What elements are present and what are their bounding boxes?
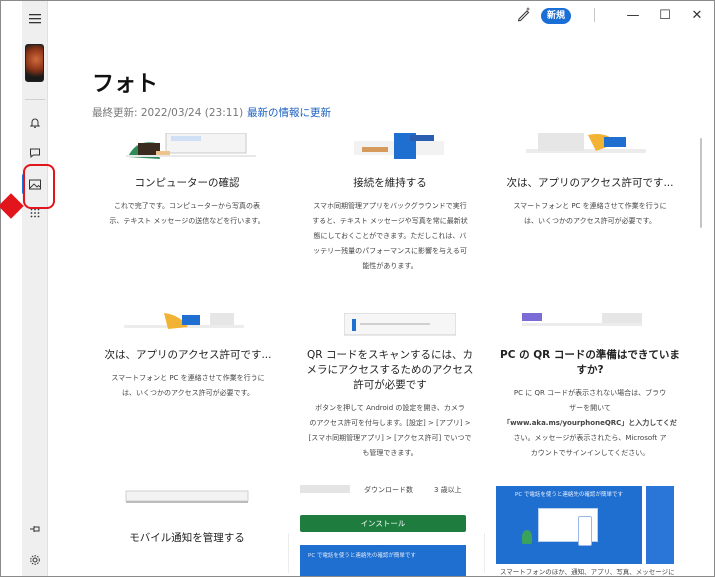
card-body-line: これで完了です。コンピューターから写真の表 (113, 202, 261, 210)
card-title-line: PC の QR コードの準備はできていま (500, 349, 680, 361)
card3-illustration (526, 133, 646, 161)
close-button[interactable]: ✕ (686, 5, 708, 25)
card-title: コンピューターの確認 (134, 177, 240, 189)
store-blue-banner: PC で電話を使うと連絡先の確認が簡単です (300, 545, 466, 576)
store-banner-text: PC で電話を使うと連絡先の確認が簡単です (308, 553, 416, 559)
card-body-line: も管理できます。 (362, 449, 418, 457)
card-body: スマートフォンと PC を連絡させて作業を行うに は、いくつかのアクセス許可が必… (500, 199, 680, 229)
card-body-line: は、いくつかのアクセス許可が必要です。 (524, 217, 656, 225)
card-title: PC の QR コードの準備はできていま すか? (494, 348, 686, 378)
card-body-line: すると、テキスト メッセージや写真を常に最新状 (312, 217, 468, 225)
card-keep-connection: 接続を維持する スマホ同期管理アプリをバックグラウンドで実行 すると、テキスト … (302, 176, 478, 274)
card-app-permissions-2: 次は、アプリのアクセス許可です... スマートフォンと PC を連絡させて作業を… (98, 348, 278, 401)
preview-phone (578, 516, 592, 546)
maximize-button[interactable]: ☐ (654, 5, 676, 25)
store-meta-placeholder (300, 485, 350, 493)
card-title: 接続を維持する (353, 177, 427, 189)
card-qr-camera-permission: QR コードをスキャンするには、カ メラにアクセスするためのアクセス 許可が必要… (300, 348, 480, 461)
card-title-line: すか? (576, 364, 604, 376)
card6-illustration (522, 313, 642, 329)
card-body-line: ッテリー残量のパフォーマンスに影響を与える可 (313, 247, 467, 255)
install-button[interactable]: インストール (300, 515, 466, 532)
vertical-scrollbar-thumb[interactable] (700, 138, 702, 228)
card-body-line: カウントでサインインしてください。 (530, 449, 650, 457)
card-body-line: スマートフォンと PC を連絡させて作業を行うに (111, 374, 265, 382)
hamburger-menu-icon[interactable] (25, 9, 45, 29)
card-title: QR コードをスキャンするには、カ メラにアクセスするためのアクセス 許可が必要… (300, 348, 480, 393)
card-title: 次は、アプリのアクセス許可です... (104, 349, 272, 361)
phone-link-preview-panel-2 (646, 486, 674, 564)
card-body: これで完了です。コンピューターから写真の表 示、テキスト メッセージの送信などを… (102, 199, 272, 229)
card-pc-qr-ready: PC の QR コードの準備はできていま すか? PC に QR コードが表示さ… (494, 348, 686, 461)
preview-panel-text: PC で電話を使うと連絡先の確認が簡単です (515, 492, 623, 498)
card-body-line: 示、テキスト メッセージの送信などを行います。 (109, 217, 265, 225)
pen-sparkle-icon[interactable] (516, 6, 532, 22)
pin-icon[interactable] (25, 519, 45, 539)
card-title-line: QR コードをスキャンするには、カ (307, 349, 473, 361)
card-title-line: メラにアクセスするためのアクセス (306, 364, 474, 376)
preview-plant (522, 530, 532, 544)
card-body: スマートフォンと PC を連絡させて作業を行うに は、いくつかのアクセス許可が必… (98, 371, 278, 401)
page-title: フォト (92, 72, 159, 97)
card-body-line: さい。メッセージが表示されたら、Microsoft ア (513, 434, 667, 442)
card-title-line: 許可が必要です (353, 379, 427, 391)
rail-divider (25, 99, 45, 100)
card4-illustration (124, 313, 244, 335)
card-body-line: 能性があります。 (362, 262, 418, 270)
qr-url-text[interactable]: 「www.aka.ms/yourphoneQRC」と入力してくだ (494, 416, 686, 431)
card7-illustration (122, 489, 252, 505)
titlebar-separator (594, 8, 595, 22)
preview-footer-text: スマートフォンのほか、通知、アプリ、写真、メッセージに (500, 568, 675, 576)
card-body: ボタンを押して Android の設定を開き、カメラ のアクセス許可を付与します… (300, 401, 480, 461)
card-title: 次は、アプリのアクセス許可です... (506, 177, 674, 189)
store-downloads-label: ダウンロード数 (364, 486, 413, 494)
card5-illustration (343, 312, 457, 337)
card-divider (484, 533, 485, 573)
new-badge[interactable]: 新規 (541, 8, 572, 24)
nav-rail (22, 1, 48, 576)
card-app-permissions-1: 次は、アプリのアクセス許可です... スマートフォンと PC を連絡させて作業を… (500, 176, 680, 229)
store-rating-label: 3 歳以上 (434, 486, 462, 494)
messages-chat-icon[interactable] (25, 143, 45, 163)
card-body-line: スマホ同期管理アプリをバックグラウンドで実行 (313, 202, 467, 210)
phone-link-preview-panel: PC で電話を使うと連絡先の確認が簡単です (496, 486, 642, 564)
settings-gear-icon[interactable] (25, 550, 45, 570)
card1-illustration (126, 133, 256, 161)
card-body-line: は、いくつかのアクセス許可が必要です。 (122, 389, 254, 397)
card-body-line: ボタンを押して Android の設定を開き、カメラ (315, 404, 465, 412)
card-body-line: のアクセス許可を付与します。[設定] > [アプリ] > (309, 419, 471, 427)
last-update-text: 最終更新: 2022/03/24 (23:11) (92, 107, 244, 119)
card-title: モバイル通知を管理する (129, 532, 245, 544)
card-manage-notifications: モバイル通知を管理する (102, 531, 272, 546)
card-body: スマホ同期管理アプリをバックグラウンドで実行 すると、テキスト メッセージや写真… (302, 199, 478, 274)
card-divider (288, 533, 289, 573)
card2-illustration (348, 133, 448, 161)
notifications-bell-icon[interactable] (25, 113, 45, 133)
minimize-button[interactable]: — (622, 5, 644, 25)
card-body: PC に QR コードが表示されない場合は、ブラウ ザーを開いて 「www.ak… (494, 386, 686, 461)
card-body-line: 態にしておくことができます。ただしこれは、バ (313, 232, 467, 240)
card-confirm-computer: コンピューターの確認 これで完了です。コンピューターから写真の表 示、テキスト … (102, 176, 272, 229)
card-body-line: スマートフォンと PC を連絡させて作業を行うに (513, 202, 667, 210)
card-body-line: PC に QR コードが表示されない場合は、ブラウ (513, 389, 667, 397)
onboarding-cards-area: コンピューターの確認 これで完了です。コンピューターから写真の表 示、テキスト … (48, 133, 714, 576)
store-meta-row: ダウンロード数 3 歳以上 (300, 483, 480, 497)
card-body-line: ザーを開いて (569, 404, 611, 412)
title-bar: 新規 — ☐ ✕ (48, 1, 714, 29)
card-body-line: [スマホ同期管理アプリ] > [アクセス許可] でいつで (308, 434, 472, 442)
phone-wallpaper-thumbnail[interactable] (25, 44, 44, 82)
refresh-link[interactable]: 最新の情報に更新 (247, 105, 331, 120)
